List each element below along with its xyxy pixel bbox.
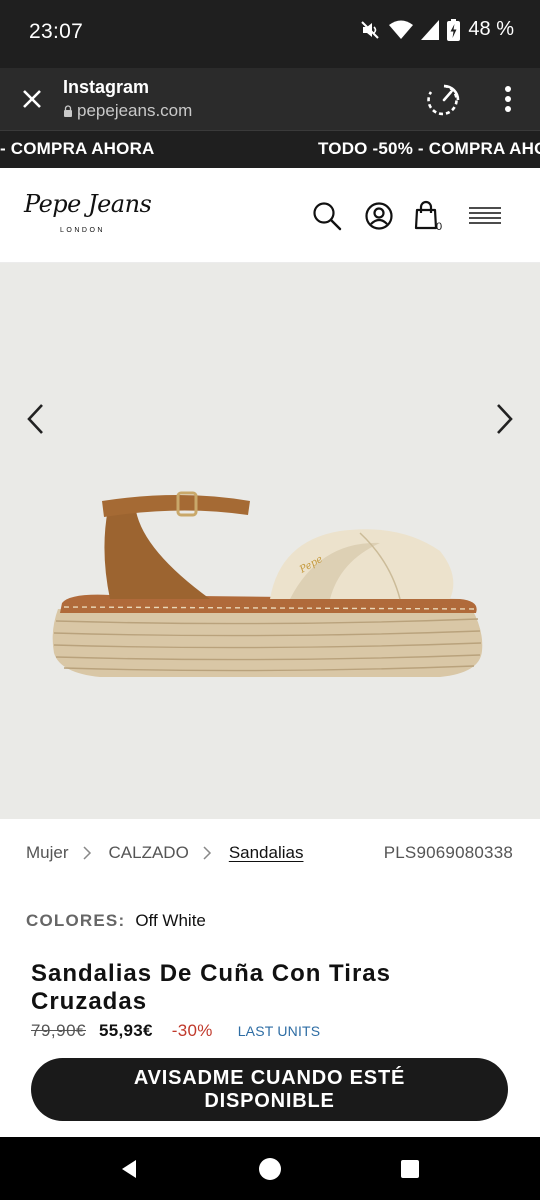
chevron-right-icon bbox=[203, 846, 211, 860]
product-sku: PLS9069080338 bbox=[383, 843, 513, 862]
battery-charging-icon bbox=[447, 18, 461, 41]
breadcrumb-item-current[interactable]: Sandalias bbox=[229, 843, 304, 863]
breadcrumb: Mujer CALZADO Sandalias bbox=[26, 843, 303, 863]
status-bar: 23:07 48 % bbox=[0, 0, 540, 68]
product-image-gallery[interactable]: Pepe bbox=[0, 263, 540, 819]
browser-url[interactable]: pepejeans.com bbox=[63, 101, 192, 121]
battery-percent: 48 % bbox=[468, 18, 514, 40]
mute-icon bbox=[361, 20, 380, 39]
promo-text: TODO -50% - COMPRA AHO bbox=[318, 139, 540, 158]
wifi-icon bbox=[389, 20, 414, 39]
chevron-right-icon bbox=[82, 846, 91, 860]
brand-logo[interactable]: Pepe Jeans LONDON bbox=[24, 190, 152, 240]
original-price: 79,90€ bbox=[31, 1021, 86, 1040]
selected-color: Off White bbox=[135, 911, 206, 930]
browser-toolbar: Instagram pepejeans.com bbox=[0, 68, 540, 130]
breadcrumb-item[interactable]: Mujer bbox=[26, 843, 69, 863]
status-icons: 48 % bbox=[359, 18, 514, 41]
product-image: Pepe bbox=[52, 491, 483, 677]
chevron-left-icon[interactable] bbox=[24, 401, 48, 437]
site-header: Pepe Jeans LONDON 0 bbox=[0, 168, 540, 263]
discount-badge: -30% bbox=[171, 1021, 213, 1040]
menu-icon[interactable] bbox=[467, 200, 503, 232]
recents-icon[interactable] bbox=[400, 1159, 420, 1179]
stock-badge: LAST UNITS bbox=[237, 1023, 321, 1039]
logo-subtitle: LONDON bbox=[60, 227, 105, 234]
browser-url-text: pepejeans.com bbox=[77, 101, 193, 120]
home-icon[interactable] bbox=[258, 1157, 282, 1181]
notify-when-available-button[interactable]: AVISADME CUANDO ESTÉ DISPONIBLE bbox=[31, 1058, 508, 1121]
breadcrumb-item[interactable]: CALZADO bbox=[109, 843, 189, 863]
cart-count: 0 bbox=[436, 221, 443, 233]
product-title: Sandalias De Cuña Con Tiras Cruzadas bbox=[31, 960, 391, 1015]
status-time: 23:07 bbox=[29, 20, 84, 43]
browser-page-title: Instagram bbox=[63, 77, 150, 97]
system-navigation-bar bbox=[0, 1137, 540, 1200]
back-icon[interactable] bbox=[118, 1158, 140, 1180]
promo-banner[interactable]: - COMPRA AHORA TODO -50% - COMPRA AHO bbox=[0, 130, 540, 168]
close-icon[interactable] bbox=[18, 85, 46, 113]
color-selector: COLORES: Off White bbox=[26, 911, 206, 931]
lock-icon bbox=[64, 105, 72, 117]
sale-price: 55,93€ bbox=[99, 1021, 153, 1040]
signal-icon bbox=[421, 19, 440, 40]
search-icon[interactable] bbox=[311, 200, 343, 232]
more-options-icon[interactable] bbox=[496, 84, 520, 114]
price-row: 79,90€ 55,93€ -30% LAST UNITS bbox=[31, 1021, 320, 1041]
account-icon[interactable] bbox=[363, 200, 395, 232]
speedometer-icon[interactable] bbox=[426, 82, 462, 116]
chevron-right-icon[interactable] bbox=[492, 401, 516, 437]
colors-label: COLORES: bbox=[26, 911, 126, 930]
logo-wordmark: Pepe Jeans bbox=[24, 190, 152, 218]
promo-text: - COMPRA AHORA bbox=[0, 139, 155, 158]
